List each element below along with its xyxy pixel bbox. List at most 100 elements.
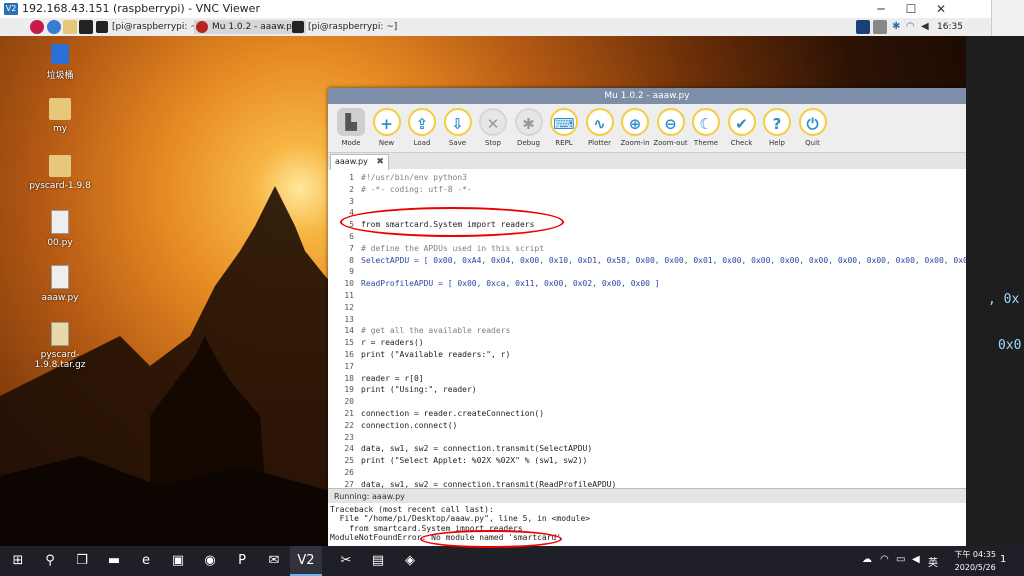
vnc-tray-icon[interactable] [856, 20, 870, 34]
network-icon[interactable]: ☁ [862, 554, 872, 565]
line-number: 13 [344, 314, 354, 324]
file-manager-icon[interactable] [63, 20, 77, 34]
toolbar-label: Zoom-out [653, 139, 688, 147]
desktop-icon-trash[interactable]: 垃圾桶 [25, 44, 95, 81]
desktop-icon-00py[interactable]: 00.py [25, 210, 95, 248]
repl-line: Traceback (most recent call last): [330, 505, 494, 514]
vnc-viewer-icon[interactable]: V2 [290, 546, 322, 576]
trash-icon [51, 44, 69, 64]
help-icon: ? [763, 108, 791, 136]
line-number: 14 [344, 326, 354, 336]
code-line[interactable]: connection.connect() [361, 421, 457, 430]
code-line[interactable]: print ("Select Applet: %02X %02X" % (sw1… [361, 456, 587, 465]
vscode-icon[interactable]: ◈ [394, 546, 426, 576]
quit-button[interactable]: ⏻ Quit [793, 108, 833, 147]
code-line[interactable]: SelectAPDU = [ 0x00, 0xA4, 0x04, 0x00, 0… [361, 256, 966, 265]
raspberry-menu-icon[interactable] [30, 20, 44, 34]
toolbar-label: REPL [555, 139, 573, 147]
toolbar-label: Check [730, 139, 753, 147]
remote-icon[interactable]: ▤ [362, 546, 394, 576]
pi-task-terminal-desktop[interactable]: [pi@raspberrypi: ~/De... [94, 20, 210, 34]
network-tray-icon[interactable] [873, 20, 887, 34]
volume-icon[interactable]: ◀ [912, 554, 920, 565]
clock-date: 2020/5/26 [954, 563, 996, 572]
desktop-icon-pyscard-folder[interactable]: pyscard-1.9.8 [25, 155, 95, 191]
line-number: 18 [344, 373, 354, 383]
debug-icon: ✱ [514, 108, 543, 136]
start-icon[interactable]: ⊞ [2, 546, 34, 576]
desktop-icon-my[interactable]: my [25, 98, 95, 134]
store-icon[interactable]: ▣ [162, 546, 194, 576]
tab-close-icon[interactable]: ✖ [376, 155, 384, 169]
edge-icon[interactable]: e [130, 546, 162, 576]
mu-icon [196, 21, 208, 33]
volume-icon[interactable]: ◀ [921, 21, 929, 32]
toolbar-label: Load [413, 139, 431, 147]
notification-icon[interactable]: 1 [1000, 554, 1006, 565]
snipping-icon[interactable]: ✂ [330, 546, 362, 576]
chrome-icon[interactable]: ◉ [194, 546, 226, 576]
search-icon[interactable]: ⚲ [34, 546, 66, 576]
line-icon[interactable]: ✉ [258, 546, 290, 576]
pi-task-terminal-home[interactable]: [pi@raspberrypi: ~] [290, 20, 408, 34]
code-line[interactable]: # define the APDUs used in this script [361, 244, 544, 253]
browser-icon[interactable] [47, 20, 61, 34]
tab-bar: aaaw.py ✖ [328, 153, 966, 170]
bluetooth-icon[interactable]: ✱ [892, 21, 900, 32]
taskbar-clock[interactable]: 下午 04:35 2020/5/26 [954, 548, 996, 574]
line-number: 11 [344, 291, 354, 300]
wifi-icon[interactable]: ◠ [906, 21, 915, 32]
zoom-out-button[interactable]: ⊖ Zoom-out [651, 108, 691, 147]
code-line[interactable]: print ("Available readers:", r) [361, 350, 510, 359]
plotter-button[interactable]: ∿ Plotter [580, 108, 620, 147]
check-button[interactable]: ✔ Check [722, 108, 762, 147]
toolbar-label: Debug [516, 139, 541, 147]
line-number: 20 [344, 397, 354, 407]
theme-button[interactable]: ☾ Theme [686, 108, 726, 147]
desktop-icon-aaawpy[interactable]: aaaw.py [25, 265, 95, 303]
theme-icon: ☾ [692, 108, 720, 136]
debug-button[interactable]: ✱ Debug [509, 108, 549, 147]
code-line[interactable]: r = readers() [361, 338, 424, 347]
mode-button[interactable]: ▙ Mode [331, 108, 371, 147]
minimize-button[interactable]: ─ [866, 0, 896, 18]
repl-button[interactable]: ⌨ REPL [544, 108, 584, 147]
line-number: 16 [344, 350, 354, 359]
save-button[interactable]: ⇩ Save [438, 108, 478, 147]
archive-icon [51, 322, 69, 346]
code-line[interactable]: data, sw1, sw2 = connection.transmit(Sel… [361, 444, 592, 453]
file-explorer-icon[interactable]: ▬ [98, 546, 130, 576]
code-line[interactable]: ReadProfileAPDU = [ 0x00, 0xca, 0x11, 0x… [361, 279, 660, 288]
ime-indicator[interactable]: 英 [928, 554, 938, 569]
code-line[interactable]: # -*- coding: utf-8 -*- [361, 185, 472, 194]
code-line[interactable]: #!/usr/bin/env python3 [361, 173, 467, 182]
battery-icon[interactable]: ▭ [896, 554, 905, 565]
load-button[interactable]: ⇪ Load [402, 108, 442, 147]
stop-button[interactable]: ✕ Stop [473, 108, 513, 147]
line-number: 6 [349, 232, 354, 241]
tab-aaaw[interactable]: aaaw.py ✖ [330, 154, 389, 170]
maximize-button[interactable]: ☐ [896, 0, 926, 18]
wifi-icon[interactable]: ◠ [880, 554, 889, 565]
code-line[interactable]: connection = reader.createConnection() [361, 409, 544, 418]
window-title: 192.168.43.151 (raspberrypi) - VNC Viewe… [22, 2, 260, 15]
code-line[interactable]: print ("Using:", reader) [361, 385, 477, 394]
code-line[interactable]: # get all the available readers [361, 326, 510, 335]
mu-title-bar: Mu 1.0.2 - aaaw.py [328, 88, 966, 104]
background-editor-panel: , 0x 0x0 [966, 36, 1024, 546]
load-icon: ⇪ [408, 108, 436, 136]
close-button[interactable]: ✕ [926, 0, 956, 18]
repl-line: File "/home/pi/Desktop/aaaw.py", line 5,… [330, 514, 591, 524]
terminal-icon[interactable] [79, 20, 93, 34]
code-line[interactable]: data, sw1, sw2 = connection.transmit(Rea… [361, 480, 616, 488]
mu-toolbar: ▙ Mode + New ⇪ Load ⇩ Save ✕ Stop ✱ Debug ⌨ REPL ∿ Plot… [328, 104, 966, 153]
new-button[interactable]: + New [367, 108, 407, 147]
toolbar-label: Quit [805, 139, 820, 147]
task-view-icon[interactable]: ❐ [66, 546, 98, 576]
powerpoint-icon[interactable]: P [226, 546, 258, 576]
desktop-icon-pyscard-tar[interactable]: pyscard-1.9.8.tar.gz [25, 322, 95, 370]
zoom-in-button[interactable]: ⊕ Zoom-in [615, 108, 655, 147]
code-line[interactable]: reader = r[0] [361, 374, 424, 383]
help-button[interactable]: ? Help [757, 108, 797, 147]
save-icon: ⇩ [443, 108, 472, 136]
